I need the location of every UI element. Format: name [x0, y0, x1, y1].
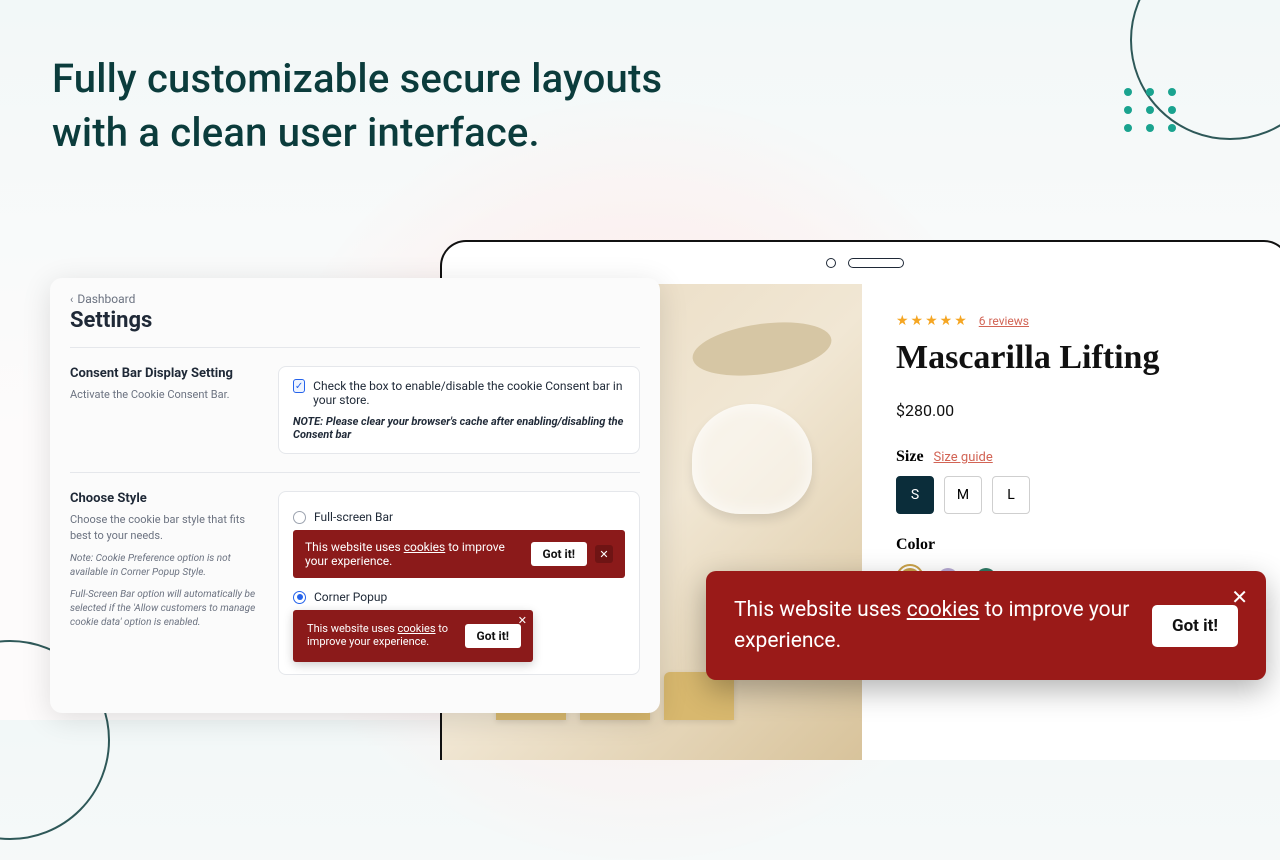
section-desc: Choose the cookie bar style that fits be…: [70, 512, 260, 544]
gotit-button[interactable]: Got it!: [531, 542, 587, 566]
style-option-corner[interactable]: Corner Popup: [293, 590, 625, 604]
close-icon[interactable]: ✕: [1231, 585, 1248, 609]
speaker-icon: [848, 258, 904, 268]
size-label: Size: [896, 448, 924, 466]
size-option-m[interactable]: M: [944, 476, 982, 514]
gotit-button[interactable]: Got it!: [465, 624, 521, 648]
section-desc: Activate the Cookie Consent Bar.: [70, 387, 260, 403]
corner-popup-preview: ✕ This website uses cookies to improve y…: [293, 610, 533, 662]
size-guide-link[interactable]: Size guide: [934, 450, 993, 465]
reviews-link[interactable]: 6 reviews: [979, 314, 1029, 328]
gotit-button[interactable]: Got it!: [1152, 605, 1238, 647]
checkbox-icon: ✓: [293, 379, 305, 393]
radio-icon: [293, 591, 306, 604]
product-price: $280.00: [896, 401, 1254, 420]
hero-line2: with a clean user interface.: [52, 106, 662, 160]
radio-icon: [293, 511, 306, 524]
dot-grid-icon: [1124, 88, 1180, 132]
star-rating-icon: ★★★★★: [896, 313, 969, 329]
cookie-message: This website uses cookies to improve you…: [734, 595, 1134, 656]
breadcrumb[interactable]: ‹ Dashboard: [70, 292, 640, 306]
chevron-left-icon: ‹: [70, 293, 73, 306]
page-title: Settings: [70, 308, 640, 333]
enable-consent-checkbox[interactable]: ✓ Check the box to enable/disable the co…: [293, 379, 625, 407]
color-label: Color: [896, 536, 1254, 554]
close-icon[interactable]: ✕: [595, 545, 613, 563]
settings-card: ‹ Dashboard Settings Consent Bar Display…: [50, 278, 660, 713]
style-note-2: Full-Screen Bar option will automaticall…: [70, 588, 260, 630]
product-panel: ★★★★★ 6 reviews Mascarilla Lifting $280.…: [862, 284, 1280, 760]
style-option-fullscreen[interactable]: Full-screen Bar: [293, 510, 625, 524]
camera-icon: [826, 258, 836, 268]
section-heading: Choose Style: [70, 491, 260, 506]
product-title: Mascarilla Lifting: [896, 339, 1254, 377]
fullscreen-bar-preview: This website uses cookies to improve you…: [293, 530, 625, 578]
cookie-consent-popup: ✕ This website uses cookies to improve y…: [706, 571, 1266, 680]
size-option-l[interactable]: L: [992, 476, 1030, 514]
hero-line1: Fully customizable secure layouts: [52, 52, 662, 106]
section-heading: Consent Bar Display Setting: [70, 366, 260, 381]
hero-headline: Fully customizable secure layouts with a…: [52, 52, 662, 160]
size-option-s[interactable]: S: [896, 476, 934, 514]
style-note-1: Note: Cookie Preference option is not av…: [70, 552, 260, 580]
cache-note: NOTE: Please clear your browser's cache …: [293, 415, 625, 441]
